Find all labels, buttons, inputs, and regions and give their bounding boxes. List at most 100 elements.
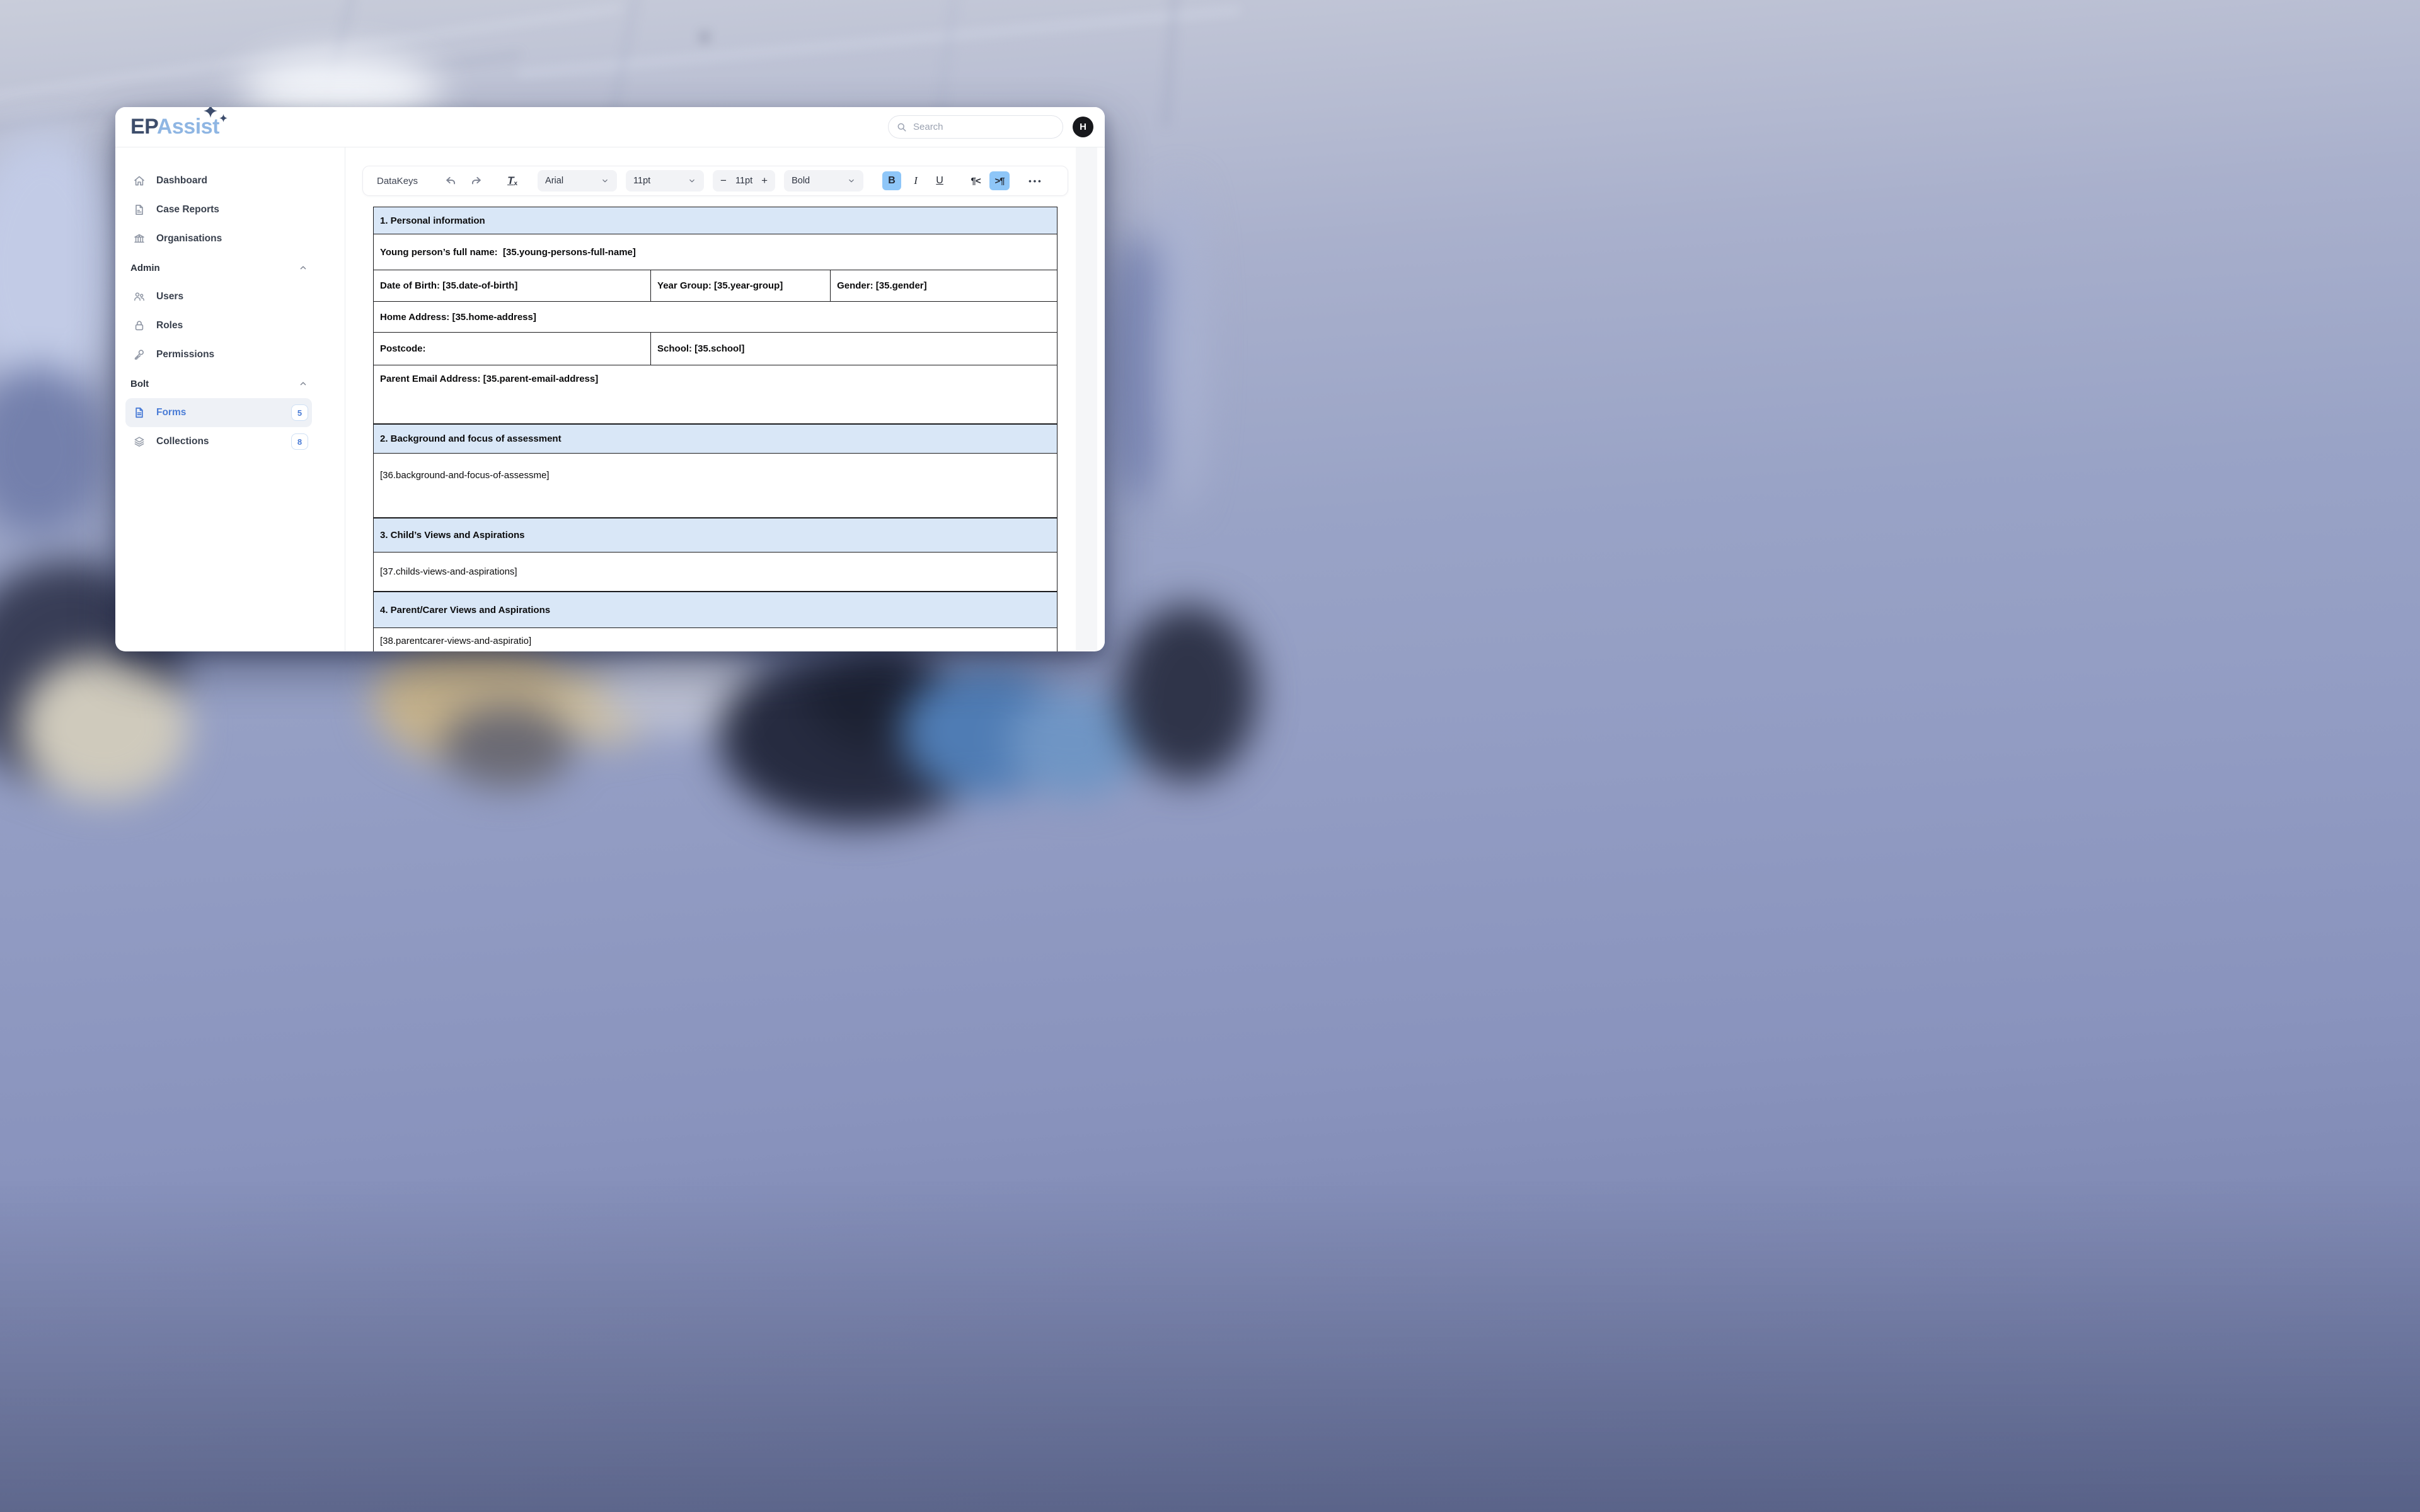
sidebar-item-users[interactable]: Users bbox=[115, 282, 345, 311]
logo-text-primary: EP bbox=[130, 115, 157, 139]
field-cell: Parent Email Address: [35.parent-email-a… bbox=[374, 365, 1057, 384]
redo-icon bbox=[470, 175, 483, 188]
clear-formatting-icon: Tx bbox=[507, 175, 517, 187]
bank-icon bbox=[133, 232, 146, 245]
section-title: 2. Background and focus of assessment bbox=[374, 425, 1057, 453]
sidebar-section-label: Admin bbox=[130, 263, 160, 273]
table-section-header[interactable]: 4. Parent/Carer Views and Aspirations bbox=[374, 592, 1057, 628]
sidebar-item-forms[interactable]: Forms 5 bbox=[125, 398, 312, 427]
font-size-stepper-value: 11pt bbox=[735, 176, 752, 186]
sidebar-item-collections[interactable]: Collections 8 bbox=[115, 427, 312, 456]
more-options-button[interactable]: ••• bbox=[1028, 176, 1043, 186]
table-section-header[interactable]: 2. Background and focus of assessment bbox=[374, 424, 1057, 454]
sidebar-item-label: Dashboard bbox=[156, 175, 207, 186]
app-header: EPAssist H bbox=[115, 107, 1105, 147]
direction-rtl-button[interactable]: >¶ bbox=[989, 171, 1010, 190]
sidebar-item-label: Organisations bbox=[156, 233, 222, 244]
sidebar-item-label: Case Reports bbox=[156, 204, 219, 215]
field-cell: Year Group: [35.year-group] bbox=[650, 270, 830, 301]
form-document-table: 1. Personal information Young person’s f… bbox=[373, 207, 1057, 651]
table-row[interactable]: Young person’s full name: [35.young-pers… bbox=[374, 234, 1057, 270]
font-size-increase-button[interactable]: + bbox=[761, 175, 768, 187]
undo-icon bbox=[444, 175, 458, 188]
sparkle-icon bbox=[204, 107, 217, 118]
section-title: 1. Personal information bbox=[374, 207, 1057, 234]
chevron-down-icon bbox=[688, 176, 696, 185]
field-cell: School: [35.school] bbox=[650, 333, 1057, 365]
logo-text-secondary: Assist bbox=[157, 115, 219, 139]
sidebar: Dashboard Case Reports Organisations bbox=[115, 147, 345, 651]
avatar-initial: H bbox=[1080, 122, 1086, 132]
font-size-value: 11pt bbox=[633, 176, 688, 186]
datakey-cell: [38.parentcarer-views-and-aspiratio] bbox=[374, 628, 1057, 651]
sidebar-item-label: Roles bbox=[156, 320, 183, 331]
key-icon bbox=[133, 348, 146, 361]
forms-icon bbox=[133, 406, 146, 419]
table-row[interactable]: Postcode: School: [35.school] bbox=[374, 333, 1057, 365]
table-row[interactable]: [37.childs-views-and-aspirations] bbox=[374, 553, 1057, 592]
sidebar-section-bolt[interactable]: Bolt bbox=[115, 369, 345, 398]
table-row[interactable]: [38.parentcarer-views-and-aspiratio] bbox=[374, 628, 1057, 651]
datakey-cell: [36.background-and-focus-of-assessme] bbox=[374, 454, 1057, 517]
sidebar-item-case-reports[interactable]: Case Reports bbox=[115, 195, 345, 224]
search-box[interactable] bbox=[888, 115, 1063, 139]
search-icon bbox=[896, 122, 908, 133]
font-size-select[interactable]: 11pt bbox=[626, 170, 704, 192]
table-row[interactable]: [36.background-and-focus-of-assessme] bbox=[374, 454, 1057, 518]
font-family-select[interactable]: Arial bbox=[538, 170, 617, 192]
avatar[interactable]: H bbox=[1073, 117, 1093, 137]
italic-button[interactable]: I bbox=[906, 171, 925, 190]
sidebar-item-label: Permissions bbox=[156, 349, 214, 360]
field-cell: Home Address: [35.home-address] bbox=[374, 302, 1057, 332]
chevron-down-icon bbox=[601, 176, 609, 185]
chevron-up-icon bbox=[298, 379, 308, 389]
table-row[interactable]: Date of Birth: [35.date-of-birth] Year G… bbox=[374, 270, 1057, 302]
table-row[interactable]: Home Address: [35.home-address] bbox=[374, 302, 1057, 333]
clear-formatting-button[interactable]: Tx bbox=[504, 172, 521, 190]
redo-button[interactable] bbox=[467, 172, 485, 190]
chevron-up-icon bbox=[298, 263, 308, 273]
field-cell: Postcode: bbox=[374, 333, 650, 365]
font-size-stepper: − 11pt + bbox=[713, 170, 775, 192]
field-cell: Date of Birth: [35.date-of-birth] bbox=[374, 270, 650, 301]
direction-ltr-button[interactable]: ¶< bbox=[965, 171, 986, 190]
bold-button[interactable]: B bbox=[882, 171, 901, 190]
underline-button[interactable]: U bbox=[930, 171, 949, 190]
sidebar-item-permissions[interactable]: Permissions bbox=[115, 340, 345, 369]
sidebar-section-admin[interactable]: Admin bbox=[115, 253, 345, 282]
app-logo[interactable]: EPAssist bbox=[130, 115, 219, 139]
section-title: 3. Child’s Views and Aspirations bbox=[374, 518, 1057, 552]
field-cell: Young person’s full name: [35.young-pers… bbox=[374, 234, 1057, 270]
users-icon bbox=[133, 290, 146, 303]
sidebar-section-label: Bolt bbox=[130, 379, 149, 389]
field-cell: Gender: [35.gender] bbox=[830, 270, 1057, 301]
document-icon bbox=[133, 203, 146, 216]
sidebar-item-dashboard[interactable]: Dashboard bbox=[115, 166, 345, 195]
search-input[interactable] bbox=[913, 122, 1055, 132]
layers-icon bbox=[133, 435, 146, 448]
sidebar-item-label: Forms bbox=[156, 407, 186, 418]
section-title: 4. Parent/Carer Views and Aspirations bbox=[374, 592, 1057, 627]
font-family-value: Arial bbox=[545, 176, 601, 186]
table-section-header[interactable]: 3. Child’s Views and Aspirations bbox=[374, 518, 1057, 553]
datakeys-button[interactable]: DataKeys bbox=[377, 176, 418, 186]
collections-count-badge: 8 bbox=[291, 433, 308, 450]
main-content: DataKeys Tx Arial 11pt bbox=[345, 147, 1105, 651]
undo-button[interactable] bbox=[442, 172, 459, 190]
font-style-value: Bold bbox=[792, 176, 847, 186]
sidebar-item-label: Users bbox=[156, 291, 183, 302]
font-style-select[interactable]: Bold bbox=[784, 170, 863, 192]
sidebar-item-roles[interactable]: Roles bbox=[115, 311, 345, 340]
app-window: EPAssist H bbox=[115, 107, 1105, 651]
chevron-down-icon bbox=[847, 176, 856, 185]
table-section-header[interactable]: 1. Personal information bbox=[374, 207, 1057, 234]
sidebar-item-organisations[interactable]: Organisations bbox=[115, 224, 345, 253]
table-row[interactable]: Parent Email Address: [35.parent-email-a… bbox=[374, 365, 1057, 424]
sparkle-icon bbox=[219, 114, 228, 122]
font-size-decrease-button[interactable]: − bbox=[720, 175, 727, 187]
editor-toolbar: DataKeys Tx Arial 11pt bbox=[362, 166, 1068, 196]
datakey-cell: [37.childs-views-and-aspirations] bbox=[374, 553, 1057, 591]
lock-icon bbox=[133, 319, 146, 332]
scrollbar-track[interactable] bbox=[1076, 147, 1097, 651]
forms-count-badge: 5 bbox=[291, 404, 308, 421]
